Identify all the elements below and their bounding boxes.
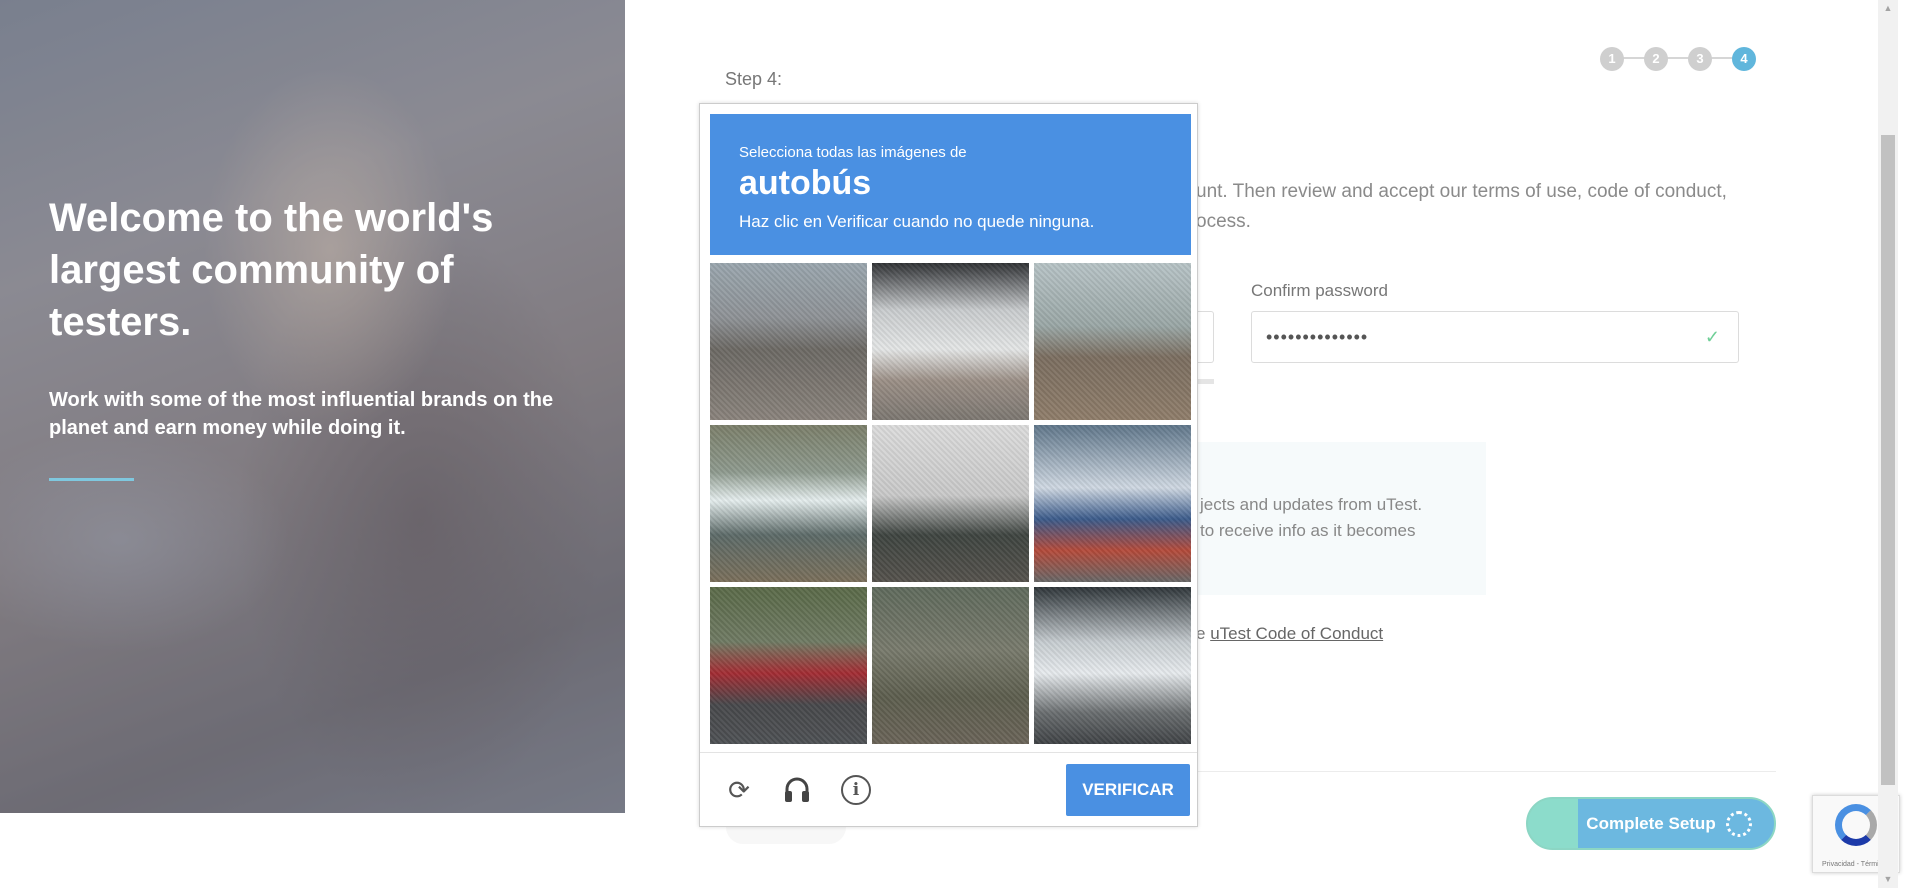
- captcha-footer: ⟳ i VERIFICAR: [700, 752, 1197, 827]
- captcha-image-grid: [710, 263, 1191, 744]
- hero-panel: Welcome to the world's largest community…: [0, 0, 625, 813]
- captcha-tile-8[interactable]: [872, 587, 1029, 744]
- form-divider: [1196, 771, 1776, 772]
- info-text: jects and updates from uTest. to receive…: [1200, 495, 1423, 540]
- scroll-up-arrow-icon[interactable]: ▲: [1878, 0, 1898, 17]
- scroll-down-arrow-icon[interactable]: ▼: [1878, 871, 1898, 888]
- scroll-thumb[interactable]: [1881, 135, 1895, 785]
- confirm-password-value: ••••••••••••••: [1266, 327, 1369, 347]
- captcha-tile-7[interactable]: [710, 587, 867, 744]
- complete-setup-button[interactable]: Complete Setup: [1526, 797, 1776, 850]
- hero-accent-line: [49, 478, 134, 481]
- step-track: [1610, 57, 1750, 59]
- hero-subtitle: Work with some of the most influential b…: [49, 389, 554, 439]
- page-scrollbar[interactable]: ▲ ▼: [1878, 0, 1898, 888]
- conduct-prefix: e: [1196, 624, 1211, 643]
- loading-spinner-icon: [1726, 811, 1752, 837]
- step-progress: 1 2 3 4: [1600, 45, 1760, 71]
- captcha-header: Selecciona todas las imágenes de autobús…: [710, 114, 1191, 255]
- captcha-tile-2[interactable]: [872, 263, 1029, 420]
- step-4: 4: [1732, 47, 1756, 71]
- captcha-tile-6[interactable]: [1034, 425, 1191, 582]
- recaptcha-logo-icon: [1835, 804, 1877, 846]
- code-of-conduct-row: e uTest Code of Conduct: [1196, 624, 1383, 644]
- step-3: 3: [1688, 47, 1712, 71]
- info-icon[interactable]: i: [841, 775, 871, 805]
- reload-icon[interactable]: ⟳: [724, 775, 754, 805]
- checkmark-icon: ✓: [1704, 327, 1720, 347]
- captcha-tile-3[interactable]: [1034, 263, 1191, 420]
- captcha-dialog: Selecciona todas las imágenes de autobús…: [699, 103, 1198, 827]
- confirm-password-label: Confirm password: [1251, 281, 1388, 300]
- code-of-conduct-link[interactable]: uTest Code of Conduct: [1210, 624, 1383, 643]
- captcha-tile-9[interactable]: [1034, 587, 1191, 744]
- confirm-password-field[interactable]: •••••••••••••• ✓: [1251, 311, 1739, 363]
- hero-title: Welcome to the world's largest community…: [49, 196, 494, 344]
- captcha-hint: Haz clic en Verificar cuando no quede ni…: [739, 212, 1095, 231]
- password-strength-bar: [1196, 379, 1214, 384]
- captcha-tile-4[interactable]: [710, 425, 867, 582]
- captcha-keyword: autobús: [739, 164, 872, 202]
- step-label: Step 4:: [725, 69, 783, 89]
- captcha-tile-5[interactable]: [872, 425, 1029, 582]
- captcha-instruction: Selecciona todas las imágenes de: [739, 144, 967, 161]
- captcha-tile-1[interactable]: [710, 263, 867, 420]
- step-1: 1: [1600, 47, 1624, 71]
- intro-text: unt. Then review and accept our terms of…: [1196, 181, 1727, 232]
- step-2: 2: [1644, 47, 1668, 71]
- password-field[interactable]: [1196, 311, 1214, 363]
- complete-setup-label: Complete Setup: [1586, 814, 1716, 833]
- audio-icon[interactable]: [782, 775, 812, 805]
- verify-button[interactable]: VERIFICAR: [1066, 764, 1190, 816]
